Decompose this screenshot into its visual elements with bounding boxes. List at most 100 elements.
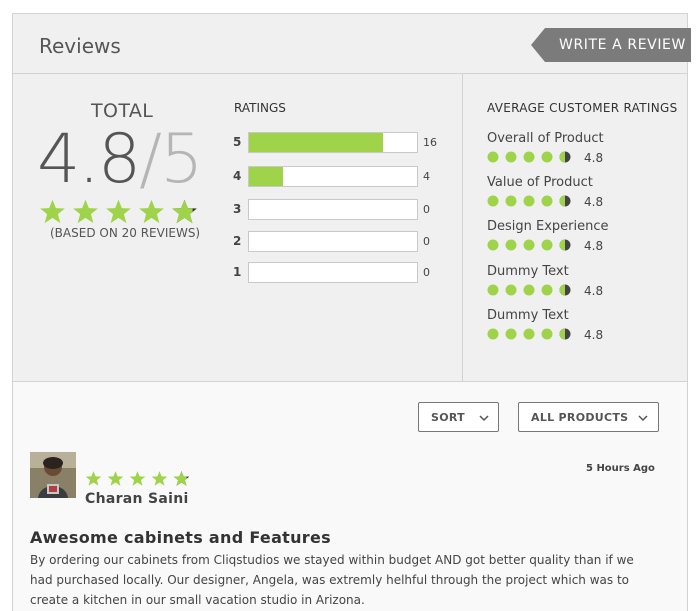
star-icon	[151, 471, 168, 486]
criterion-dummy-1: Dummy Text 4.8	[487, 264, 677, 308]
summary-divider	[462, 74, 463, 382]
rating-dot-icon	[559, 195, 571, 207]
rating-dot-icon	[541, 328, 553, 340]
rating-row-stars: 2	[233, 234, 242, 248]
rating-bar	[248, 262, 418, 283]
rating-dot-icon	[505, 239, 517, 251]
rating-dot-icon	[559, 284, 571, 296]
star-icon	[173, 471, 190, 486]
total-stars	[39, 198, 198, 225]
rating-dot-icon	[523, 195, 535, 207]
criterion-name: Overall of Product	[487, 131, 604, 146]
criterion-dots	[487, 151, 571, 163]
reviews-title: Reviews	[39, 34, 121, 58]
ratings-summary: TOTAL 4.8/5 (BASED ON 20 REVIEWS) RATING…	[13, 74, 687, 382]
rating-dot-icon	[541, 195, 553, 207]
based-on-text: (BASED ON 20 REVIEWS)	[50, 226, 201, 240]
rating-dot-icon	[559, 328, 571, 340]
reviewer-name: Charan Saini	[85, 491, 189, 507]
rating-dot-icon	[559, 239, 571, 251]
rating-dot-icon	[523, 239, 535, 251]
products-label: ALL PRODUCTS	[531, 411, 629, 424]
criterion-value: 4.8	[584, 328, 604, 342]
rating-row-3: 3 0	[233, 199, 443, 221]
star-icon	[107, 471, 124, 486]
rating-row-stars: 3	[233, 202, 242, 216]
score-value: 4.8	[37, 120, 141, 199]
criterion-dots	[487, 328, 571, 340]
rating-dot-icon	[505, 284, 517, 296]
star-icon	[85, 471, 102, 486]
criterion-name: Design Experience	[487, 219, 609, 234]
criterion-value: 4.8	[584, 151, 604, 165]
sort-select[interactable]: SORT	[418, 402, 499, 432]
criterion-value: 4.8	[584, 195, 604, 209]
rating-row-1: 1 0	[233, 262, 443, 284]
products-select[interactable]: ALL PRODUCTS	[518, 402, 659, 432]
rating-dot-icon	[487, 284, 499, 296]
rating-dot-icon	[505, 195, 517, 207]
criterion-value-of-product: Value of Product 4.8	[487, 175, 677, 219]
rating-bar	[248, 199, 418, 220]
rating-row-count: 0	[423, 203, 430, 216]
ratings-label: RATINGS	[234, 101, 286, 115]
rating-dot-icon	[487, 195, 499, 207]
rating-dot-icon	[487, 328, 499, 340]
rating-bar	[248, 166, 418, 187]
score-max: /5	[139, 120, 203, 199]
review-body: By ordering our cabinets from Cliqstudio…	[30, 553, 634, 607]
average-ratings-label: AVERAGE CUSTOMER RATINGS	[487, 101, 678, 115]
rating-dot-icon	[505, 328, 517, 340]
rating-dot-icon	[541, 239, 553, 251]
rating-dot-icon	[523, 328, 535, 340]
rating-row-5: 5 16	[233, 132, 443, 154]
reviews-card: Reviews WRITE A REVIEW TOTAL 4.8/5 (BASE…	[12, 13, 691, 611]
rating-dot-icon	[487, 239, 499, 251]
write-review-button[interactable]: WRITE A REVIEW	[531, 28, 691, 62]
rating-dot-icon	[523, 284, 535, 296]
rating-row-count: 0	[423, 266, 430, 279]
rating-row-count: 0	[423, 235, 430, 248]
reviews-header: Reviews WRITE A REVIEW	[13, 14, 691, 74]
total-score: 4.8/5	[37, 124, 203, 196]
write-review-label: WRITE A REVIEW	[559, 37, 686, 53]
sort-label: SORT	[431, 411, 465, 424]
star-icon	[139, 199, 164, 224]
rating-row-count: 4	[423, 170, 430, 183]
rating-row-stars: 5	[233, 135, 242, 149]
star-icon	[172, 199, 197, 224]
rating-row-stars: 1	[233, 265, 242, 279]
chevron-down-icon	[479, 415, 489, 422]
criterion-name: Dummy Text	[487, 308, 569, 323]
rating-bar-fill	[249, 133, 384, 152]
criterion-dummy-2: Dummy Text 4.8	[487, 308, 677, 352]
review-stars	[85, 470, 190, 487]
criterion-design: Design Experience 4.8	[487, 219, 677, 263]
total-label: TOTAL	[91, 100, 154, 122]
reviewer-avatar	[30, 452, 76, 498]
criterion-dots	[487, 195, 571, 207]
rating-dot-icon	[559, 151, 571, 163]
rating-dot-icon	[541, 284, 553, 296]
star-icon	[129, 471, 146, 486]
review-title: Awesome cabinets and Features	[30, 528, 331, 547]
criterion-name: Dummy Text	[487, 264, 569, 279]
review-time: 5 Hours Ago	[586, 463, 655, 474]
criterion-value: 4.8	[584, 239, 604, 253]
criterion-name: Value of Product	[487, 175, 593, 190]
criterion-overall: Overall of Product 4.8	[487, 131, 677, 175]
rating-row-count: 16	[423, 136, 437, 149]
rating-dot-icon	[523, 151, 535, 163]
criterion-dots	[487, 239, 571, 251]
star-icon	[73, 199, 98, 224]
rating-dot-icon	[505, 151, 517, 163]
star-icon	[106, 199, 131, 224]
rating-dot-icon	[487, 151, 499, 163]
rating-bar-fill	[249, 167, 283, 186]
criterion-value: 4.8	[584, 284, 604, 298]
rating-row-4: 4 4	[233, 166, 443, 188]
rating-row-2: 2 0	[233, 231, 443, 253]
rating-bar	[248, 231, 418, 252]
chevron-down-icon	[638, 415, 648, 422]
rating-bar	[248, 132, 418, 153]
